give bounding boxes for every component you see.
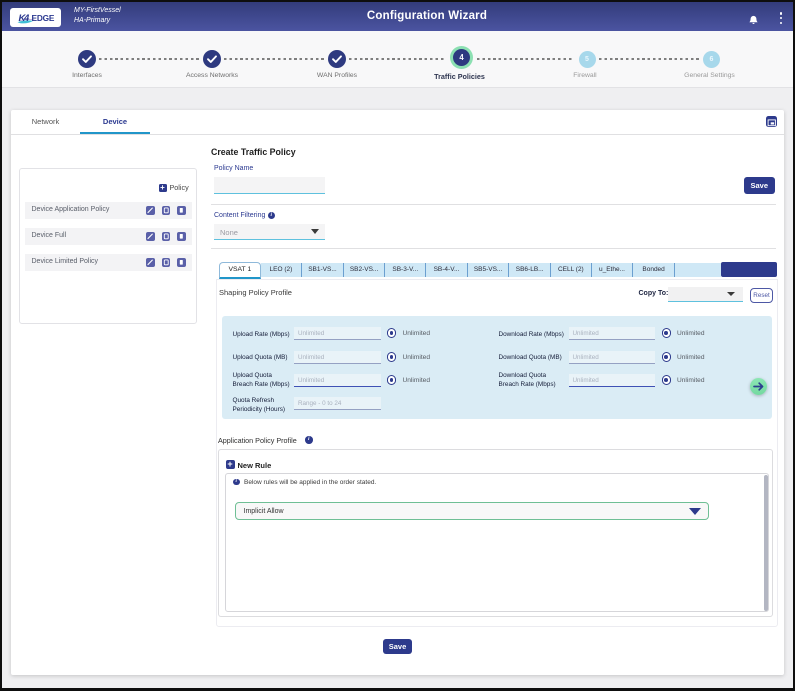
- svg-text:4: 4: [23, 12, 30, 23]
- svg-text:EDGE: EDGE: [31, 13, 54, 23]
